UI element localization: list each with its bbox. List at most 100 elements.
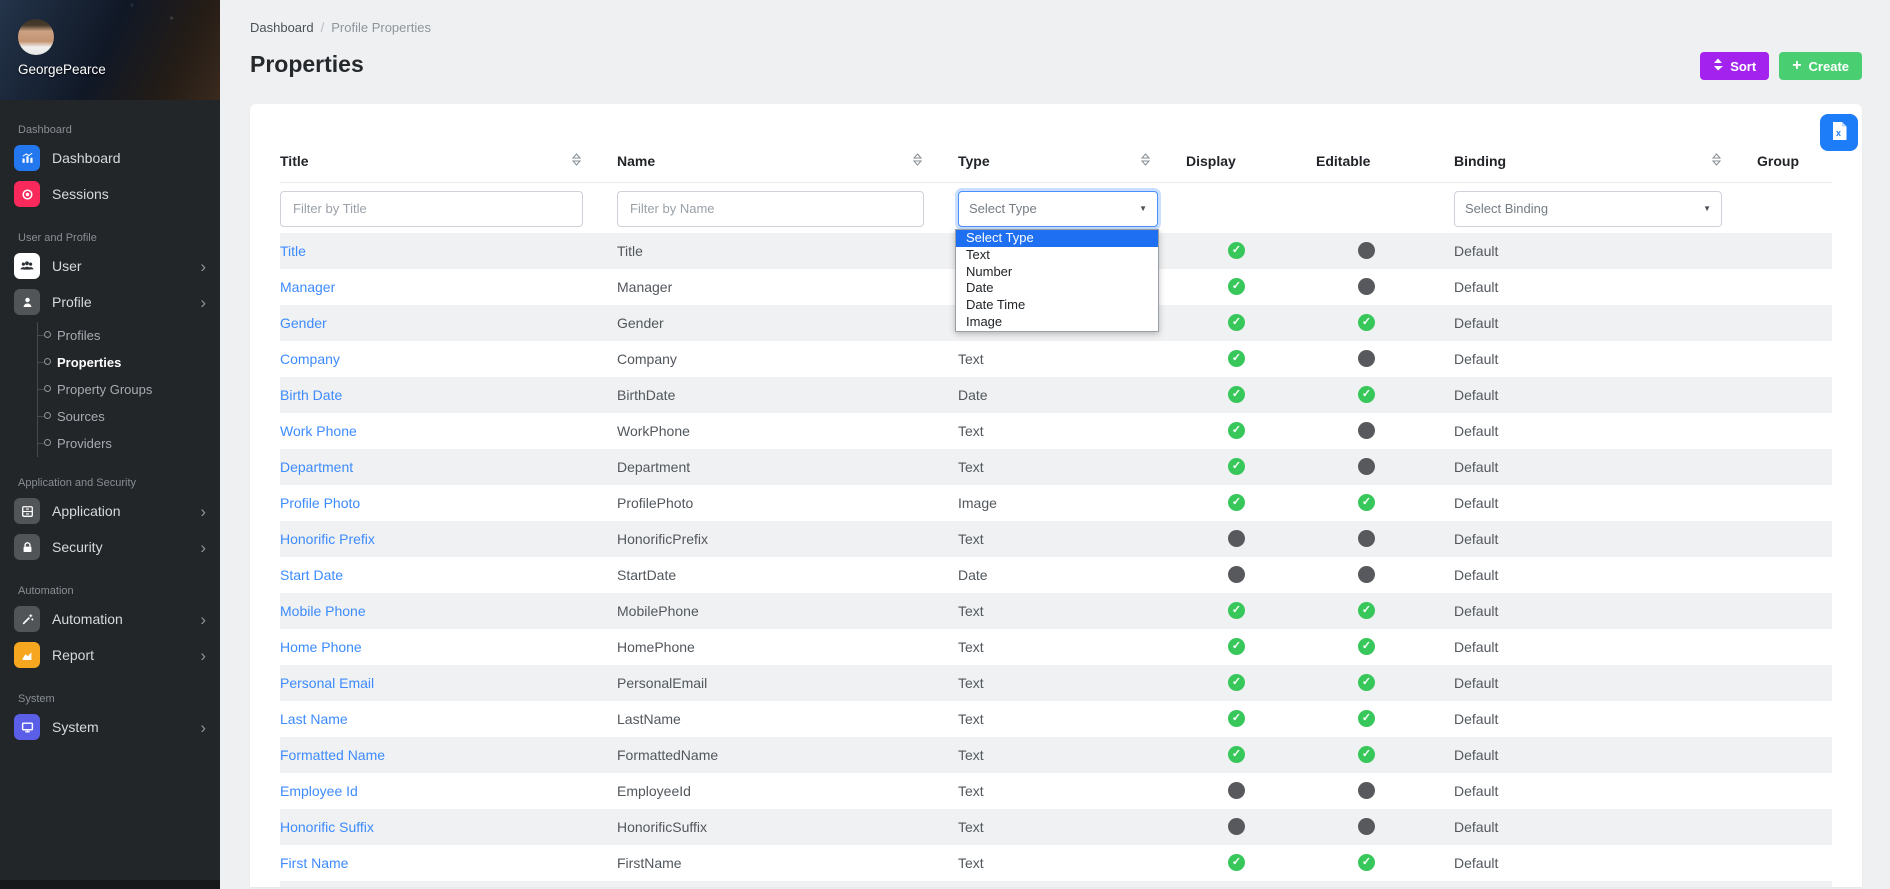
table-row: Start DateStartDateDateDefault xyxy=(280,557,1832,593)
property-editable-cell: ✓ xyxy=(1316,305,1454,341)
column-label: Group xyxy=(1757,153,1799,169)
breadcrumb-root[interactable]: Dashboard xyxy=(250,20,314,35)
editable-enabled-icon: ✓ xyxy=(1358,674,1375,691)
property-title-link[interactable]: Honorific Prefix xyxy=(280,521,617,557)
property-name-cell: FirstName xyxy=(617,845,958,881)
property-title-link[interactable]: Start Date xyxy=(280,557,617,593)
filter-binding-select[interactable]: Select Binding ▼ xyxy=(1454,191,1722,227)
column-label: Name xyxy=(617,153,655,169)
property-title-link[interactable]: Mobile Phone xyxy=(280,593,617,629)
display-enabled-icon: ✓ xyxy=(1228,350,1245,367)
type-option-date[interactable]: Date xyxy=(956,280,1158,297)
property-group-cell xyxy=(1757,593,1832,629)
property-display-cell xyxy=(1186,521,1316,557)
filter-type-select[interactable]: Select Type ▼ xyxy=(958,191,1158,227)
create-button[interactable]: + Create xyxy=(1779,52,1862,80)
property-title-link[interactable]: Last Name xyxy=(280,701,617,737)
type-option-select-type[interactable]: Select Type xyxy=(956,230,1158,247)
sidebar-item-security[interactable]: Security› xyxy=(0,529,220,565)
sidebar-subitem-profiles[interactable]: Profiles xyxy=(38,322,220,349)
type-option-text[interactable]: Text xyxy=(956,247,1158,264)
editable-enabled-icon: ✓ xyxy=(1358,494,1375,511)
property-title-link[interactable]: Manager xyxy=(280,269,617,305)
property-title-link[interactable]: Title xyxy=(280,233,617,269)
sidebar-item-user[interactable]: User› xyxy=(0,248,220,284)
property-editable-cell xyxy=(1316,557,1454,593)
type-option-image[interactable]: Image xyxy=(956,314,1158,331)
display-enabled-icon: ✓ xyxy=(1228,278,1245,295)
property-title-link[interactable]: Formatted Name xyxy=(280,737,617,773)
property-title-link[interactable]: Honorific Suffix xyxy=(280,809,617,845)
column-sort-icon[interactable] xyxy=(1712,153,1721,169)
plus-icon: + xyxy=(1792,58,1801,74)
column-header-display: Display xyxy=(1186,148,1316,182)
display-disabled-icon xyxy=(1228,782,1245,799)
property-group-cell xyxy=(1757,629,1832,665)
property-title-link[interactable]: Personal Email xyxy=(280,665,617,701)
sidebar-item-sessions[interactable]: Sessions xyxy=(0,176,220,212)
property-binding-cell: Default xyxy=(1454,305,1757,341)
property-type-cell: Text xyxy=(958,845,1186,881)
property-type-cell: Date xyxy=(958,377,1186,413)
editable-enabled-icon: ✓ xyxy=(1358,854,1375,871)
property-type-cell: Text xyxy=(958,809,1186,845)
sidebar-item-label: System xyxy=(52,719,99,735)
property-editable-cell xyxy=(1316,449,1454,485)
property-title-link[interactable]: Employee Id xyxy=(280,773,617,809)
security-icon xyxy=(14,534,40,560)
svg-text:x: x xyxy=(1836,128,1841,138)
property-binding-cell: Default xyxy=(1454,773,1757,809)
table-row: Formatted NameFormattedNameText✓✓Default xyxy=(280,737,1832,773)
sort-button[interactable]: Sort xyxy=(1700,52,1769,80)
property-title-link[interactable]: Department xyxy=(280,449,617,485)
editable-disabled-icon xyxy=(1358,566,1375,583)
column-sort-icon[interactable] xyxy=(913,153,922,169)
column-header-title[interactable]: Title xyxy=(280,148,617,182)
property-type-cell: Date xyxy=(958,557,1186,593)
filter-name-input[interactable] xyxy=(617,191,924,227)
sidebar-subitem-properties[interactable]: Properties xyxy=(38,349,220,376)
property-group-cell xyxy=(1757,521,1832,557)
property-title-link[interactable]: Gender xyxy=(280,305,617,341)
property-title-link[interactable]: Birth Date xyxy=(280,377,617,413)
column-header-binding[interactable]: Binding xyxy=(1454,148,1757,182)
table-row: First NameFirstNameText✓✓Default xyxy=(280,845,1832,881)
table-row: Work PhoneWorkPhoneText✓Default xyxy=(280,413,1832,449)
column-header-type[interactable]: Type xyxy=(958,148,1186,182)
sidebar-section-label: Application and Security xyxy=(18,477,202,489)
sidebar-subitem-providers[interactable]: Providers xyxy=(38,430,220,457)
property-group-cell xyxy=(1757,413,1832,449)
property-title-link[interactable]: Profile Photo xyxy=(280,485,617,521)
property-title-link[interactable]: Work Phone xyxy=(280,413,617,449)
sidebar-submenu-profile: ProfilesPropertiesProperty GroupsSources… xyxy=(37,322,220,457)
property-type-cell: Text xyxy=(958,341,1186,377)
sidebar-subitem-property-groups[interactable]: Property Groups xyxy=(38,376,220,403)
sidebar-item-profile[interactable]: Profile› xyxy=(0,284,220,320)
property-name-cell: EmployeeId xyxy=(617,773,958,809)
editable-disabled-icon xyxy=(1358,278,1375,295)
sidebar-item-application[interactable]: Application› xyxy=(0,493,220,529)
sidebar-item-system[interactable]: System› xyxy=(0,709,220,745)
type-option-number[interactable]: Number xyxy=(956,264,1158,281)
column-sort-icon[interactable] xyxy=(1141,153,1150,169)
column-sort-icon[interactable] xyxy=(572,153,581,169)
sidebar-subitem-sources[interactable]: Sources xyxy=(38,403,220,430)
property-name-cell: HonorificSuffix xyxy=(617,809,958,845)
property-type-cell: Text xyxy=(958,413,1186,449)
sidebar-item-dashboard[interactable]: Dashboard xyxy=(0,140,220,176)
property-title-link[interactable]: First Name xyxy=(280,845,617,881)
column-header-name[interactable]: Name xyxy=(617,148,958,182)
property-name-cell: StartDate xyxy=(617,557,958,593)
display-disabled-icon xyxy=(1228,818,1245,835)
property-display-cell: ✓ xyxy=(1186,629,1316,665)
export-button[interactable]: x xyxy=(1820,114,1858,151)
sidebar-item-automation[interactable]: Automation› xyxy=(0,601,220,637)
type-option-date-time[interactable]: Date Time xyxy=(956,297,1158,314)
property-display-cell: ✓ xyxy=(1186,377,1316,413)
filter-title-input[interactable] xyxy=(280,191,583,227)
property-title-link[interactable]: Company xyxy=(280,341,617,377)
sidebar-item-report[interactable]: Report› xyxy=(0,637,220,673)
property-display-cell: ✓ xyxy=(1186,845,1316,881)
property-group-cell xyxy=(1757,485,1832,521)
property-title-link[interactable]: Home Phone xyxy=(280,629,617,665)
